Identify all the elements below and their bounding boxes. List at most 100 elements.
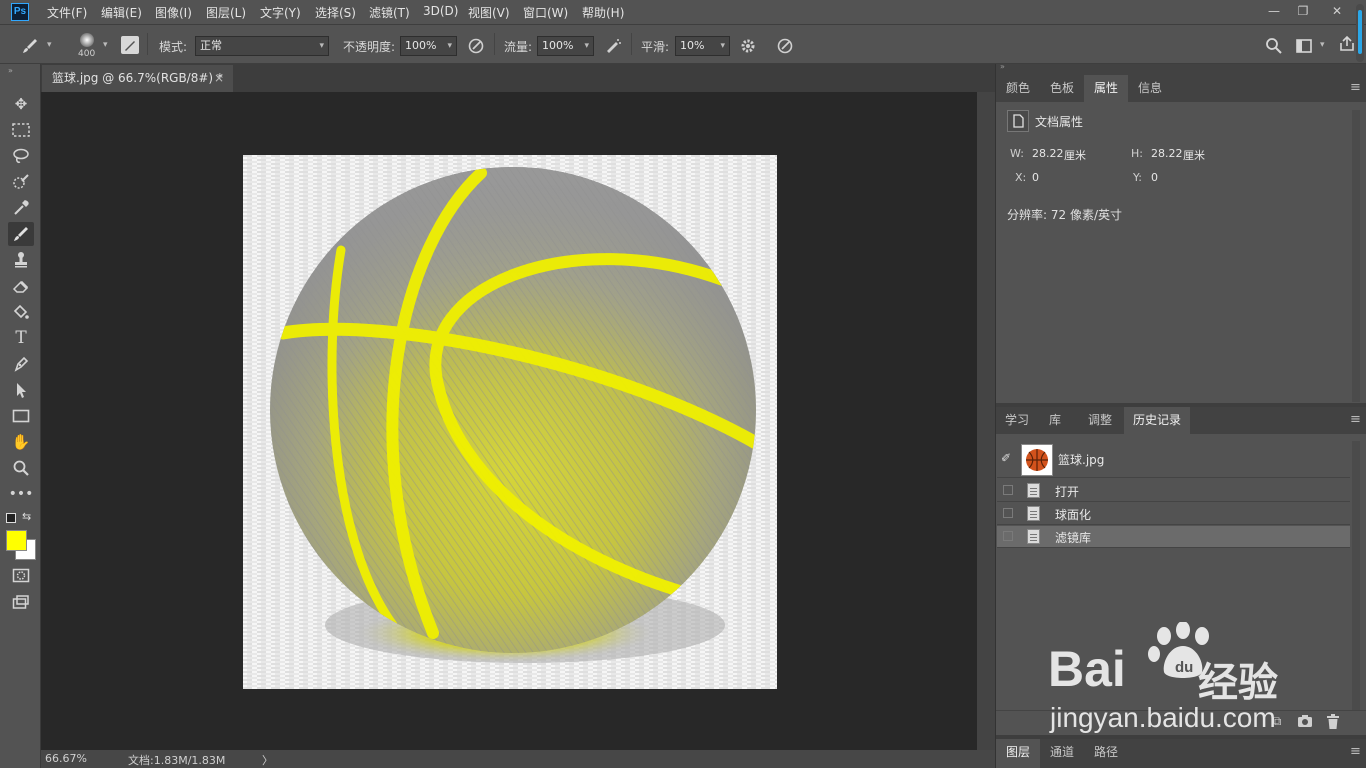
airbrush-icon[interactable] xyxy=(603,36,623,56)
zoom-level[interactable]: 66.67% xyxy=(45,752,87,765)
width-unit: 厘米 xyxy=(1064,149,1086,162)
tab-layers[interactable]: 图层 xyxy=(996,739,1040,768)
tab-libraries[interactable]: 库 xyxy=(1038,407,1072,434)
panel-menu-icon[interactable]: ≡ xyxy=(1350,412,1361,427)
history-source-checkbox[interactable] xyxy=(1003,485,1013,495)
close-tab-icon[interactable]: × xyxy=(214,65,224,91)
quick-selection-tool-icon[interactable] xyxy=(8,170,34,194)
share-icon[interactable] xyxy=(1338,34,1356,54)
screen-mode-icon[interactable] xyxy=(8,590,34,614)
history-scrollbar[interactable] xyxy=(1352,441,1360,711)
rectangle-tool-icon[interactable] xyxy=(8,404,34,428)
chevron-down-icon: ▾ xyxy=(319,41,324,51)
pen-tool-icon[interactable] xyxy=(8,352,34,376)
brush-settings-icon[interactable] xyxy=(121,36,139,54)
panel-menu-icon[interactable]: ≡ xyxy=(1350,744,1361,759)
history-step-icon xyxy=(1027,483,1040,498)
more-tools-icon[interactable]: ••• xyxy=(8,482,34,506)
history-source-checkbox[interactable] xyxy=(1003,508,1013,518)
eraser-tool-icon[interactable] xyxy=(8,274,34,298)
tab-channels[interactable]: 通道 xyxy=(1040,739,1084,768)
document-tab[interactable]: 篮球.jpg @ 66.7%(RGB/8#) * × xyxy=(42,65,233,92)
scroll-indicator[interactable] xyxy=(1356,4,1364,62)
menu-view[interactable]: 视图(V) xyxy=(468,4,510,21)
y-value[interactable]: 0 xyxy=(1151,171,1158,184)
tab-color[interactable]: 颜色 xyxy=(996,75,1040,102)
zoom-tool-icon[interactable] xyxy=(8,456,34,480)
menu-type[interactable]: 文字(Y) xyxy=(260,4,301,21)
app-logo[interactable]: Ps xyxy=(11,3,29,21)
stamp-tool-icon[interactable] xyxy=(8,248,34,272)
brush-tool-preset-icon[interactable] xyxy=(20,36,40,56)
divider xyxy=(631,33,632,55)
menu-help[interactable]: 帮助(H) xyxy=(582,4,624,21)
menu-edit[interactable]: 编辑(E) xyxy=(101,4,142,21)
height-value[interactable]: 28.22 xyxy=(1151,147,1183,160)
history-snapshot-row[interactable]: ✐ 篮球.jpg xyxy=(997,441,1350,478)
chevron-down-icon: ▾ xyxy=(584,41,589,51)
document-canvas[interactable] xyxy=(243,155,777,689)
swap-colors-icon[interactable]: ⇆ xyxy=(22,510,31,523)
pressure-size-icon[interactable] xyxy=(775,36,795,56)
chevron-down-icon[interactable]: ▾ xyxy=(1320,40,1325,50)
lasso-tool-icon[interactable] xyxy=(8,144,34,168)
collapse-icon[interactable]: » xyxy=(8,66,13,75)
restore-button[interactable]: ❐ xyxy=(1292,2,1314,20)
history-step[interactable]: 球面化 xyxy=(997,503,1350,525)
menu-3d[interactable]: 3D(D) xyxy=(423,4,458,18)
tab-swatches[interactable]: 色板 xyxy=(1040,75,1084,102)
close-button[interactable]: ✕ xyxy=(1326,2,1348,20)
smoothing-field[interactable]: 10% ▾ xyxy=(675,36,730,56)
snapshot-thumbnail xyxy=(1021,444,1053,476)
tab-history[interactable]: 历史记录 xyxy=(1124,407,1190,434)
gear-icon[interactable] xyxy=(738,36,758,56)
menu-file[interactable]: 文件(F) xyxy=(47,4,87,21)
marquee-tool-icon[interactable] xyxy=(8,118,34,142)
tab-properties[interactable]: 属性 xyxy=(1084,75,1128,102)
paint-bucket-tool-icon[interactable] xyxy=(8,300,34,324)
brush-tip-icon[interactable] xyxy=(80,33,94,47)
menu-filter[interactable]: 滤镜(T) xyxy=(369,4,410,21)
width-value[interactable]: 28.22 xyxy=(1032,147,1064,160)
chevron-down-icon[interactable]: ▾ xyxy=(47,40,52,50)
properties-scrollbar[interactable] xyxy=(1352,110,1360,402)
height-unit: 厘米 xyxy=(1183,149,1205,162)
search-icon[interactable] xyxy=(1264,36,1284,56)
opacity-field[interactable]: 100% ▾ xyxy=(400,36,457,56)
flow-field[interactable]: 100% ▾ xyxy=(537,36,594,56)
foreground-color-swatch[interactable] xyxy=(6,530,27,551)
x-value[interactable]: 0 xyxy=(1032,171,1039,184)
smoothing-value: 10% xyxy=(680,39,705,52)
history-step[interactable]: 打开 xyxy=(997,480,1350,502)
vertical-scrollbar[interactable] xyxy=(977,92,995,750)
move-tool-icon[interactable]: ✥ xyxy=(8,92,34,116)
history-step-selected[interactable]: 滤镜库 xyxy=(997,526,1350,548)
menu-select[interactable]: 选择(S) xyxy=(315,4,356,21)
type-tool-icon[interactable]: T xyxy=(8,326,34,350)
tab-learn[interactable]: 学习 xyxy=(996,407,1038,434)
workspace-icon[interactable] xyxy=(1294,36,1316,56)
history-source-checkbox[interactable] xyxy=(1003,531,1013,541)
tab-paths[interactable]: 路径 xyxy=(1084,739,1128,768)
status-menu-arrow[interactable]: 〉 xyxy=(262,752,273,768)
default-colors-icon[interactable] xyxy=(6,513,16,523)
path-selection-tool-icon[interactable] xyxy=(8,378,34,402)
tab-adjustments[interactable]: 调整 xyxy=(1078,407,1122,434)
history-step-label: 球面化 xyxy=(1055,508,1092,522)
eyedropper-tool-icon[interactable] xyxy=(8,196,34,220)
panel-menu-icon[interactable]: ≡ xyxy=(1350,80,1361,95)
history-brush-source-icon[interactable]: ✐ xyxy=(1001,451,1011,465)
collapse-icon[interactable]: » xyxy=(1000,62,1005,71)
menu-image[interactable]: 图像(I) xyxy=(155,4,192,21)
quick-mask-icon[interactable] xyxy=(8,564,34,588)
brush-tool-icon[interactable] xyxy=(8,222,34,246)
pressure-opacity-icon[interactable] xyxy=(466,36,486,56)
tab-info[interactable]: 信息 xyxy=(1128,75,1172,102)
minimize-button[interactable]: — xyxy=(1263,2,1285,20)
chevron-down-icon[interactable]: ▾ xyxy=(103,40,108,50)
divider xyxy=(147,33,148,55)
menu-layer[interactable]: 图层(L) xyxy=(206,4,246,21)
menu-window[interactable]: 窗口(W) xyxy=(523,4,568,21)
mode-select[interactable]: 正常 ▾ xyxy=(195,36,329,56)
hand-tool-icon[interactable]: ✋ xyxy=(8,430,34,454)
